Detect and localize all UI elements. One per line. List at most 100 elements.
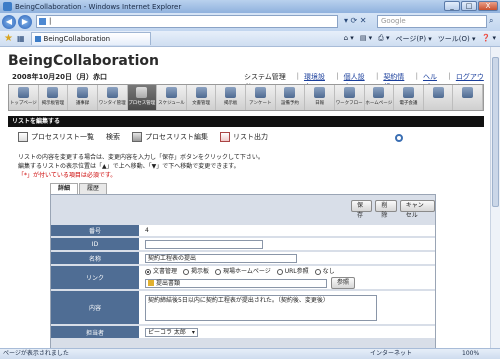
home-icon <box>17 87 29 98</box>
row-number: 番号 4 <box>51 225 435 237</box>
content-textarea[interactable]: 契約締結後5日以内に契約工程表が提出された。（契約後、変更後） <box>145 294 377 321</box>
action-0[interactable]: プロセスリスト一覧 <box>18 132 94 142</box>
link-radio-1[interactable]: 掲示板 <box>183 266 209 275</box>
search-icon <box>395 134 403 142</box>
action-label: プロセスリスト編集 <box>145 133 208 141</box>
radio-button[interactable] <box>215 268 222 275</box>
search-input[interactable]: Google <box>377 15 487 28</box>
id-label: ID <box>51 238 139 251</box>
report-icon <box>314 87 326 98</box>
status-text: ページが表示されました <box>3 350 69 357</box>
workflow-icon <box>343 87 355 98</box>
link-radio-2[interactable]: 現場ホームページ <box>215 266 271 275</box>
row-name: 名称 契約工程表の提出 <box>51 252 435 265</box>
detail-tabs: 詳細 履歴 <box>50 183 108 194</box>
address-text: | <box>49 17 52 25</box>
menu-item-label: トップページ <box>9 101 37 106</box>
link-file-input[interactable]: 提出書類 <box>145 278 327 288</box>
link-radio-3[interactable]: URL参照 <box>276 266 309 275</box>
menu-item-3[interactable]: ワンタイ管理 <box>98 85 128 110</box>
section-title: リストを編集する <box>8 116 484 127</box>
radio-button[interactable] <box>314 268 321 275</box>
command-3[interactable]: ページ(P) ▾ <box>396 34 432 44</box>
browser-tab[interactable]: BeingCollaboration <box>30 32 151 45</box>
menu-item-6[interactable]: 文書管理 <box>187 85 217 110</box>
zoom-level[interactable]: 100% <box>462 349 479 359</box>
menu-item-0[interactable]: トップページ <box>9 85 39 110</box>
minutes-icon <box>77 87 89 98</box>
minimize-button[interactable]: _ <box>444 1 460 11</box>
tab-history[interactable]: 履歴 <box>79 183 108 194</box>
radio-button[interactable] <box>145 268 151 275</box>
menu-item-12[interactable]: ホームページ <box>365 85 395 110</box>
instruction-line-2: 編集するリストの表示位置は「▲」で上へ移動、「▼」で下へ移動で変更できます。 <box>18 163 240 170</box>
menu-item-10[interactable]: 日報 <box>305 85 335 110</box>
menu-item-label: 掲示板 <box>223 101 238 106</box>
menu-item-2[interactable]: 議事録 <box>68 85 98 110</box>
edit-form: 保存 削除 キャンセル 番号 4 ID 名称 契約工程表の提出 リンク 文書管理… <box>50 194 436 348</box>
window-title: BeingCollaboration - Windows Internet Ex… <box>15 2 182 11</box>
menu-item-7[interactable]: 掲示板 <box>216 85 246 110</box>
search-icon[interactable]: ⌕ <box>489 16 493 26</box>
menu-item-label: ワンタイ管理 <box>98 101 126 106</box>
refresh-stop-icons[interactable]: ▾ ⟳ ✕ <box>344 16 367 25</box>
menu-item-label: 文書管理 <box>192 101 211 106</box>
person-label: 担当者 <box>51 326 139 339</box>
menu-item-14[interactable] <box>424 85 454 110</box>
radio-label: 文書管理 <box>153 268 178 275</box>
maximize-button[interactable]: □ <box>461 1 477 11</box>
more-icon <box>432 87 444 98</box>
back-button[interactable]: ◀ <box>2 15 16 29</box>
row-content: 内容 契約締結後5日以内に契約工程表が提出された。（契約後、変更後） <box>51 291 435 325</box>
radio-button[interactable] <box>276 268 283 275</box>
menu-item-1[interactable]: 掲示板管理 <box>39 85 69 110</box>
command-1[interactable]: ▤ ▾ <box>360 34 372 44</box>
security-zone: インターネット <box>370 350 413 357</box>
command-4[interactable]: ツール(O) ▾ <box>438 34 476 44</box>
address-input[interactable]: | <box>36 15 338 28</box>
menu-item-4[interactable]: プロセス管理 <box>127 85 158 110</box>
number-label: 番号 <box>51 225 139 237</box>
radio-label: URL参照 <box>284 268 309 275</box>
close-button[interactable]: X <box>478 1 498 11</box>
command-0[interactable]: ⌂ ▾ <box>344 34 354 44</box>
menu-item-9[interactable]: 設備予約 <box>276 85 306 110</box>
forward-button[interactable]: ▶ <box>18 15 32 29</box>
link-radio-4[interactable]: なし <box>314 266 335 275</box>
action-2[interactable]: プロセスリスト編集 <box>132 132 208 142</box>
favorites-star-icon[interactable]: ★ <box>4 33 13 44</box>
link-radio-0[interactable]: 文書管理 <box>145 266 177 275</box>
schedule-icon <box>165 87 177 98</box>
delete-button[interactable]: 削除 <box>375 200 397 219</box>
menu-item-13[interactable]: 電子会議 <box>394 85 424 110</box>
chevron-down-icon: ▾ <box>191 328 195 336</box>
save-button[interactable]: 保存 <box>351 200 373 219</box>
radio-label: 掲示板 <box>191 268 210 275</box>
status-bar: ページが表示されました インターネット 100% <box>0 348 500 359</box>
menu-item-5[interactable]: スケジュール <box>157 85 187 110</box>
radio-button[interactable] <box>183 268 190 275</box>
menu-item-label: 掲示板管理 <box>41 101 65 106</box>
command-2[interactable]: ⎙ ▾ <box>378 34 389 44</box>
menu-item-15[interactable] <box>453 85 483 110</box>
browse-button[interactable]: 参照 <box>331 277 356 289</box>
menu-item-11[interactable]: ワークフロー <box>335 85 365 110</box>
radio-label: 現場ホームページ <box>223 268 271 275</box>
ie-app-icon <box>3 2 12 11</box>
id-input[interactable] <box>145 239 263 249</box>
name-input[interactable]: 契約工程表の提出 <box>145 253 297 263</box>
row-link: リンク 文書管理 掲示板 現場ホームページ URL参照 なし 提出書類 参照 <box>51 266 435 290</box>
person-select[interactable]: ピーコラ 太郎 ▾ <box>145 327 198 337</box>
menu-item-8[interactable]: アンケート <box>246 85 276 110</box>
link-type-radios: 文書管理 掲示板 現場ホームページ URL参照 なし <box>145 266 335 275</box>
list-icon <box>18 132 28 142</box>
tab-grid-icon[interactable]: ▦ <box>17 34 25 43</box>
menu-item-label: ワークフロー <box>335 101 363 106</box>
cancel-button[interactable]: キャンセル <box>399 200 436 219</box>
action-3[interactable]: リスト出力 <box>220 132 268 142</box>
tab-detail[interactable]: 詳細 <box>50 183 79 194</box>
action-1[interactable]: 検索 <box>106 132 403 142</box>
scroll-thumb[interactable] <box>492 57 499 207</box>
command-5[interactable]: ❓ ▾ <box>482 34 496 44</box>
vertical-scrollbar[interactable] <box>490 47 500 348</box>
